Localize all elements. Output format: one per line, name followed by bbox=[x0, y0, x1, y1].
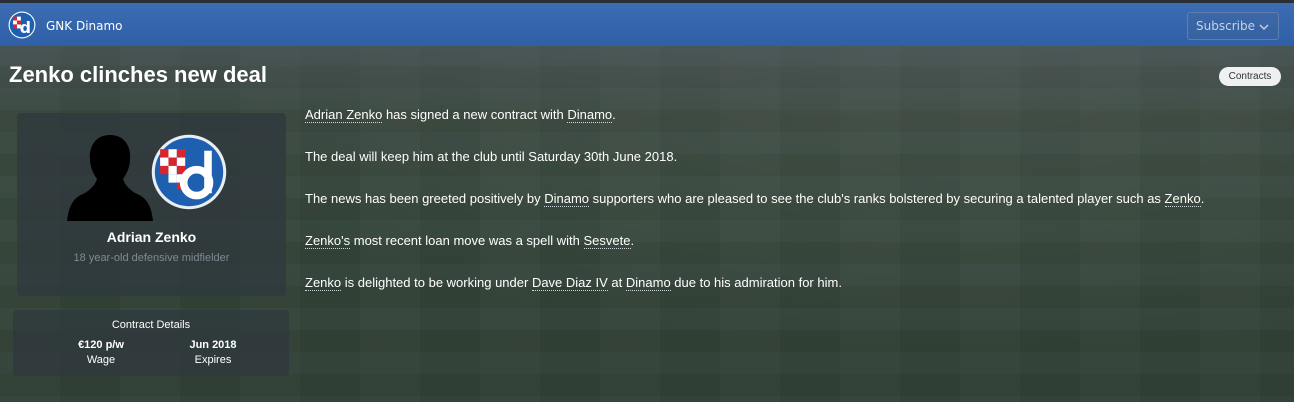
paragraph-text: The news has been greeted positively by bbox=[305, 191, 545, 206]
club-name[interactable]: GNK Dinamo bbox=[46, 19, 123, 33]
club-crest-icon[interactable] bbox=[151, 134, 227, 210]
entity-link[interactable]: Dinamo bbox=[625, 275, 671, 291]
category-tag[interactable]: Contracts bbox=[1219, 67, 1281, 86]
entity-link[interactable]: Dinamo bbox=[544, 191, 589, 207]
entity-link[interactable]: Zenko bbox=[1164, 191, 1201, 207]
dinamo-crest-icon[interactable]: d bbox=[8, 11, 36, 39]
expires-block: Jun 2018 Expires bbox=[153, 339, 273, 366]
wage-value: €120 p/w bbox=[78, 339, 124, 351]
entity-link[interactable]: Dave Diaz IV bbox=[531, 275, 608, 291]
contract-details-card: Contract Details €120 p/w Wage Jun 2018 … bbox=[13, 310, 289, 376]
paragraph-text: most recent loan move was a spell with bbox=[350, 233, 584, 248]
player-name[interactable]: Adrian Zenko bbox=[17, 229, 286, 245]
player-description: 18 year-old defensive midfielder bbox=[73, 252, 230, 264]
paragraph-text: at bbox=[607, 275, 626, 290]
paragraph-text: . bbox=[630, 233, 635, 248]
expires-label: Expires bbox=[194, 354, 232, 366]
paragraph-text: . bbox=[1200, 191, 1205, 206]
article-paragraph: The deal will keep him at the club until… bbox=[305, 148, 1285, 190]
svg-text:d: d bbox=[20, 18, 31, 37]
article-body: Adrian Zenko has signed a new contract w… bbox=[305, 106, 1285, 316]
entity-link[interactable]: Adrian Zenko bbox=[305, 107, 383, 123]
entity-link[interactable]: Zenko's bbox=[305, 233, 351, 249]
contract-details-title: Contract Details bbox=[111, 319, 191, 331]
subscribe-label: Subscribe bbox=[1196, 19, 1255, 33]
article-paragraph: Zenko is delighted to be working under D… bbox=[305, 274, 1285, 316]
expires-value: Jun 2018 bbox=[189, 339, 237, 351]
article-paragraph: Adrian Zenko has signed a new contract w… bbox=[305, 106, 1285, 148]
player-silhouette-icon[interactable] bbox=[65, 129, 155, 221]
entity-link[interactable]: Zenko bbox=[305, 275, 342, 291]
paragraph-text: . bbox=[612, 107, 616, 122]
chevron-down-icon bbox=[1259, 24, 1269, 31]
article-paragraph: The news has been greeted positively by … bbox=[305, 190, 1285, 232]
paragraph-text: The deal will keep him at the club until… bbox=[305, 149, 678, 164]
wage-block: €120 p/w Wage bbox=[41, 339, 161, 366]
paragraph-text: supporters who are pleased to see the cl… bbox=[589, 191, 1165, 206]
player-card: Adrian Zenko 18 year-old defensive midfi… bbox=[17, 113, 286, 296]
entity-link[interactable]: Dinamo bbox=[567, 107, 613, 123]
article-headline: Zenko clinches new deal bbox=[9, 62, 267, 87]
paragraph-text: due to his admiration for him. bbox=[670, 275, 842, 290]
subscribe-button[interactable]: Subscribe bbox=[1187, 12, 1279, 40]
paragraph-text: is delighted to be working under bbox=[341, 275, 532, 290]
article-paragraph: Zenko's most recent loan move was a spel… bbox=[305, 232, 1285, 274]
top-bar: d GNK Dinamo Subscribe bbox=[0, 0, 1294, 46]
entity-link[interactable]: Sesvete bbox=[583, 233, 631, 249]
wage-label: Wage bbox=[86, 354, 116, 366]
paragraph-text: has signed a new contract with bbox=[382, 107, 568, 122]
